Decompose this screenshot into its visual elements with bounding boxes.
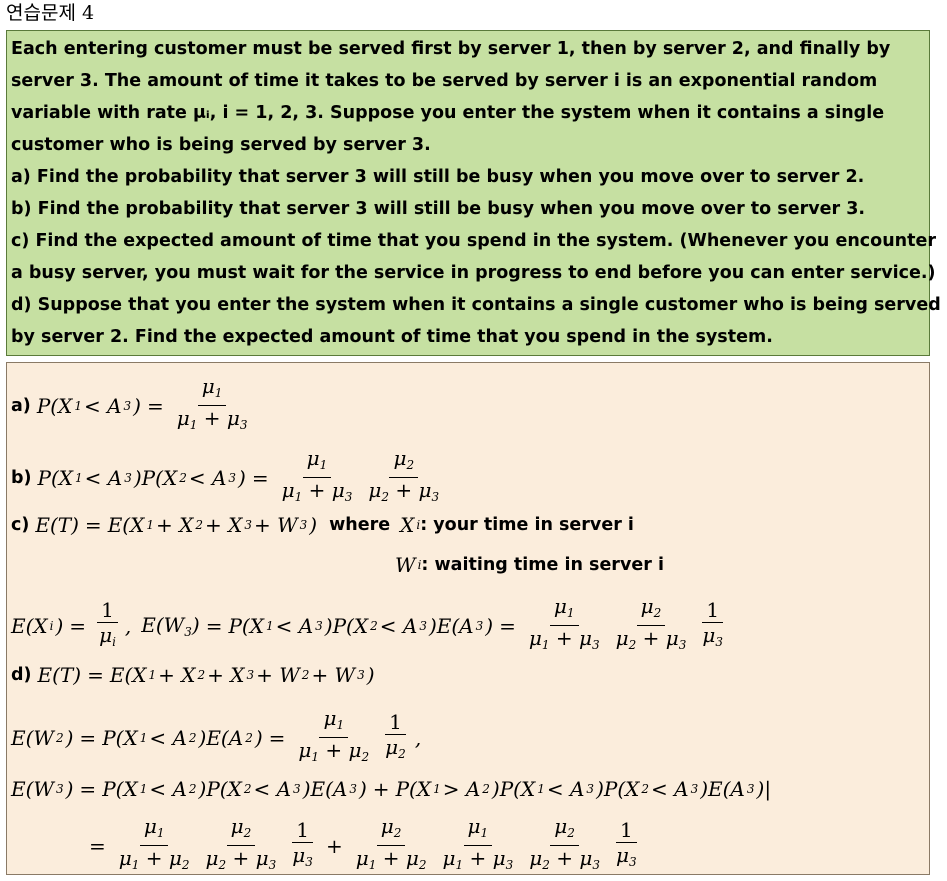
wi-definition: Wi : waiting time in server i xyxy=(395,553,664,577)
problem-line: a busy server, you must wait for the ser… xyxy=(11,263,936,283)
solution-d: d) E(T) = E(X 1 + X2 + X3 + W2 + W 3) xyxy=(11,663,375,687)
problem-line: c) Find the expected amount of time that… xyxy=(11,231,936,251)
solution-c: c) E(T) = E(X 1 + X2 + X3 + W 3) where Xi … xyxy=(11,513,634,537)
solution-b: b) P(X 1 < A 3)P(X 2 < A 3) = μ1 μ1 + μ3 μ2 μ2… xyxy=(11,447,446,508)
formula-a: P(X 1 < A 3) = μ1 μ1 + μ3 xyxy=(36,374,248,432)
formula-b: P(X 1 < A 3)P(X 2 < A 3) = μ1 μ1 + μ3 μ2 μ2 + … xyxy=(37,446,440,504)
problem-line: variable with rate μᵢ, i = 1, 2, 3. Supp… xyxy=(11,103,885,123)
xi-symbol: Xi xyxy=(400,513,421,537)
part-a-label: a) xyxy=(11,395,31,416)
part-b-label: b) xyxy=(11,467,32,488)
part-d-label: d) xyxy=(11,665,32,685)
problem-line: a) Find the probability that server 3 wi… xyxy=(11,167,865,187)
problem-line: server 3. The amount of time it takes to… xyxy=(11,71,878,91)
problem-line: b) Find the probability that server 3 wi… xyxy=(11,199,866,219)
formula-c-components: E(X i) = 1 μi, E(W3) = P(X 1 < A 3)P(X 2 < A3… xyxy=(11,594,724,652)
where-text: where xyxy=(329,515,391,535)
problem-statement-box: Each entering customer must be served fi… xyxy=(6,30,941,356)
problem-line: customer who is being served by server 3… xyxy=(11,135,431,155)
exercise-title: 연습문제 4 xyxy=(6,2,95,24)
solution-box: a) P(X 1 < A 3) = μ1 μ1 + μ3 b) P(X 1 < A 3)P… xyxy=(6,362,930,875)
xi-description: : your time in server i xyxy=(420,515,634,535)
formula-d-w2: E(W 2) = P(X 1 < A 2)E(A 2) = μ1 μ1 + μ2 1 μ2, xyxy=(11,706,422,764)
formula-d-expectation: E(T) = E(X 1 + X2 + X3 + W2 + W 3) xyxy=(37,663,375,687)
formula-d-w3: E(W 3) = P(X 1 < A 2)P(X 2 < A 3)E(A 3) + P(X 1… xyxy=(11,777,772,801)
problem-line: d) Suppose that you enter the system whe… xyxy=(11,295,941,315)
problem-line: Each entering customer must be served fi… xyxy=(11,39,891,59)
solution-a: a) P(X 1 < A 3) = μ1 μ1 + μ3 xyxy=(11,375,255,436)
formula-d-w3-result: = μ1 μ1 + μ2 μ2 μ2 + μ3 1 μ3 + μ2 μ1 + μ2 μ1… xyxy=(89,814,637,872)
wi-description: : waiting time in server i xyxy=(421,555,664,575)
wi-symbol: Wi xyxy=(395,553,422,577)
formula-c-expectation: E(T) = E(X 1 + X2 + X3 + W 3) xyxy=(35,513,318,537)
part-c-label: c) xyxy=(11,515,30,535)
problem-line: by server 2. Find the expected amount of… xyxy=(11,327,773,347)
